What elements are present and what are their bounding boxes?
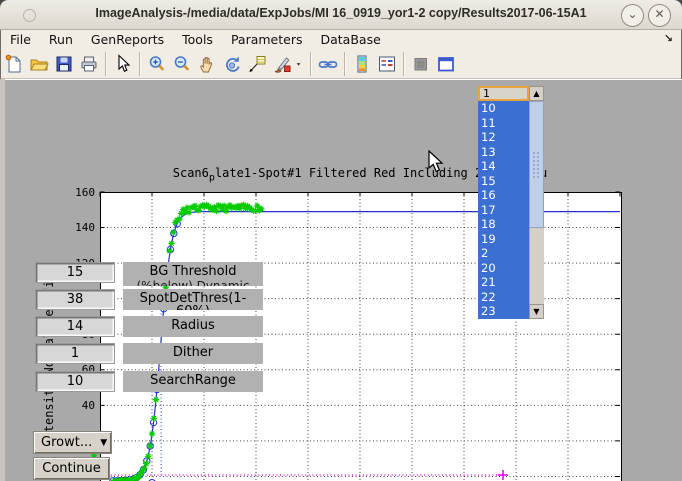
figure-canvas: Scan6plate1-Spot#1 Filtered Red Includin… <box>0 79 682 481</box>
y-tick-40: 40 <box>61 399 95 412</box>
insert-colorbar-icon[interactable] <box>350 53 374 75</box>
menu-item-genreports[interactable]: GenReports <box>82 30 173 49</box>
zoom-out-icon[interactable] <box>170 53 194 75</box>
toolbar-separator <box>139 52 140 76</box>
spotdetthres-input[interactable] <box>35 289 115 310</box>
bg-threshold-label-text: BG Threshold <box>150 264 237 279</box>
pointer-icon[interactable] <box>111 53 135 75</box>
link-plots-icon[interactable] <box>316 53 340 75</box>
dropdown-item-15[interactable]: 15 <box>478 174 529 189</box>
pan-hand-icon[interactable] <box>195 53 219 75</box>
bg-threshold-label-line2: (%below) Dynamic <box>123 280 263 286</box>
save-icon[interactable] <box>52 53 76 75</box>
toolbar-separator <box>310 52 311 76</box>
growth-dropdown-button[interactable]: Growt... ▼ <box>33 431 112 454</box>
scrollbar-grip <box>532 151 541 179</box>
menu-item-tools[interactable]: Tools <box>173 30 222 49</box>
close-button[interactable]: ✕ <box>648 4 671 27</box>
dropdown-item-11[interactable]: 11 <box>478 116 529 131</box>
menu-item-database[interactable]: DataBase <box>311 30 389 49</box>
plot-title-pre: Scan6 <box>173 166 209 180</box>
dropdown-list: 10111213141516171819220212223 <box>478 101 529 319</box>
dropdown-item-21[interactable]: 21 <box>478 275 529 290</box>
y-tick-140: 140 <box>61 221 95 234</box>
scrollbar-thumb[interactable] <box>529 101 544 228</box>
dropdown-value[interactable]: 1 <box>478 86 529 101</box>
open-folder-icon[interactable] <box>27 53 51 75</box>
dropdown-item-2[interactable]: 2 <box>478 246 529 261</box>
searchrange-label: SearchRange <box>123 371 263 392</box>
print-icon[interactable] <box>77 53 101 75</box>
dither-label: Dither <box>123 343 263 364</box>
dropdown-scrollbar: ▼ <box>529 101 544 319</box>
new-document-icon[interactable] <box>2 53 26 75</box>
rotate-3d-icon[interactable] <box>220 53 244 75</box>
toolbar-separator <box>105 52 106 76</box>
searchrange-input[interactable] <box>35 371 115 392</box>
scrollbar-track[interactable] <box>529 228 544 304</box>
insert-legend-icon[interactable] <box>375 53 399 75</box>
titlebar: ImageAnalysis-/media/data/ExpJobs/MI 16_… <box>0 0 682 30</box>
menu-item-run[interactable]: Run <box>40 30 82 49</box>
growth-dropdown-label: Growt... <box>41 435 92 450</box>
continue-button[interactable]: Continue <box>33 457 110 480</box>
scroll-down-icon[interactable]: ▼ <box>529 304 544 319</box>
brush-dropdown-icon[interactable] <box>295 53 306 75</box>
dock-figure-icon[interactable] <box>434 53 458 75</box>
radius-label: Radius <box>123 316 263 337</box>
dropdown-item-22[interactable]: 22 <box>478 290 529 305</box>
dropdown-item-16[interactable]: 16 <box>478 188 529 203</box>
window-title: ImageAnalysis-/media/data/ExpJobs/MI 16_… <box>0 6 682 20</box>
brush-icon[interactable] <box>270 53 294 75</box>
menu-item-parameters[interactable]: Parameters <box>222 30 312 49</box>
toolbar-separator <box>344 52 345 76</box>
dropdown-item-23[interactable]: 23 <box>478 304 529 319</box>
zoom-in-icon[interactable] <box>145 53 169 75</box>
menubar: FileRunGenReportsToolsParametersDataBase… <box>1 30 681 49</box>
dropdown-item-14[interactable]: 14 <box>478 159 529 174</box>
chevron-down-icon: ▼ <box>100 438 107 448</box>
dropdown-item-10[interactable]: 10 <box>478 101 529 116</box>
bg-threshold-input[interactable] <box>35 262 115 283</box>
dropdown-item-19[interactable]: 19 <box>478 232 529 247</box>
y-tick-160: 160 <box>61 186 95 199</box>
bg-threshold-label: BG Threshold (%below) Dynamic <box>123 262 263 286</box>
radius-input[interactable] <box>35 316 115 337</box>
dropdown-item-17[interactable]: 17 <box>478 203 529 218</box>
data-cursor-icon[interactable] <box>245 53 269 75</box>
spot-number-dropdown: 1 ▲ 10111213141516171819220212223 ▼ <box>478 86 544 319</box>
dither-input[interactable] <box>35 343 115 364</box>
scroll-up-icon[interactable]: ▲ <box>529 86 544 101</box>
dropdown-item-12[interactable]: 12 <box>478 130 529 145</box>
dropdown-item-18[interactable]: 18 <box>478 217 529 232</box>
menu-item-file[interactable]: File <box>1 30 40 49</box>
plot-tools-icon[interactable] <box>409 53 433 75</box>
menu-items: FileRunGenReportsToolsParametersDataBase <box>1 30 390 49</box>
shade-button[interactable]: ⌄ <box>621 4 644 27</box>
toolbar-separator <box>403 52 404 76</box>
dock-arrow-icon[interactable]: ↘ <box>664 32 673 45</box>
spotdetthres-label: SpotDetThres(1-60%) <box>123 289 263 310</box>
toolbar <box>1 49 681 79</box>
dropdown-item-13[interactable]: 13 <box>478 145 529 160</box>
app-window: ImageAnalysis-/media/data/ExpJobs/MI 16_… <box>0 0 682 481</box>
dropdown-item-20[interactable]: 20 <box>478 261 529 276</box>
